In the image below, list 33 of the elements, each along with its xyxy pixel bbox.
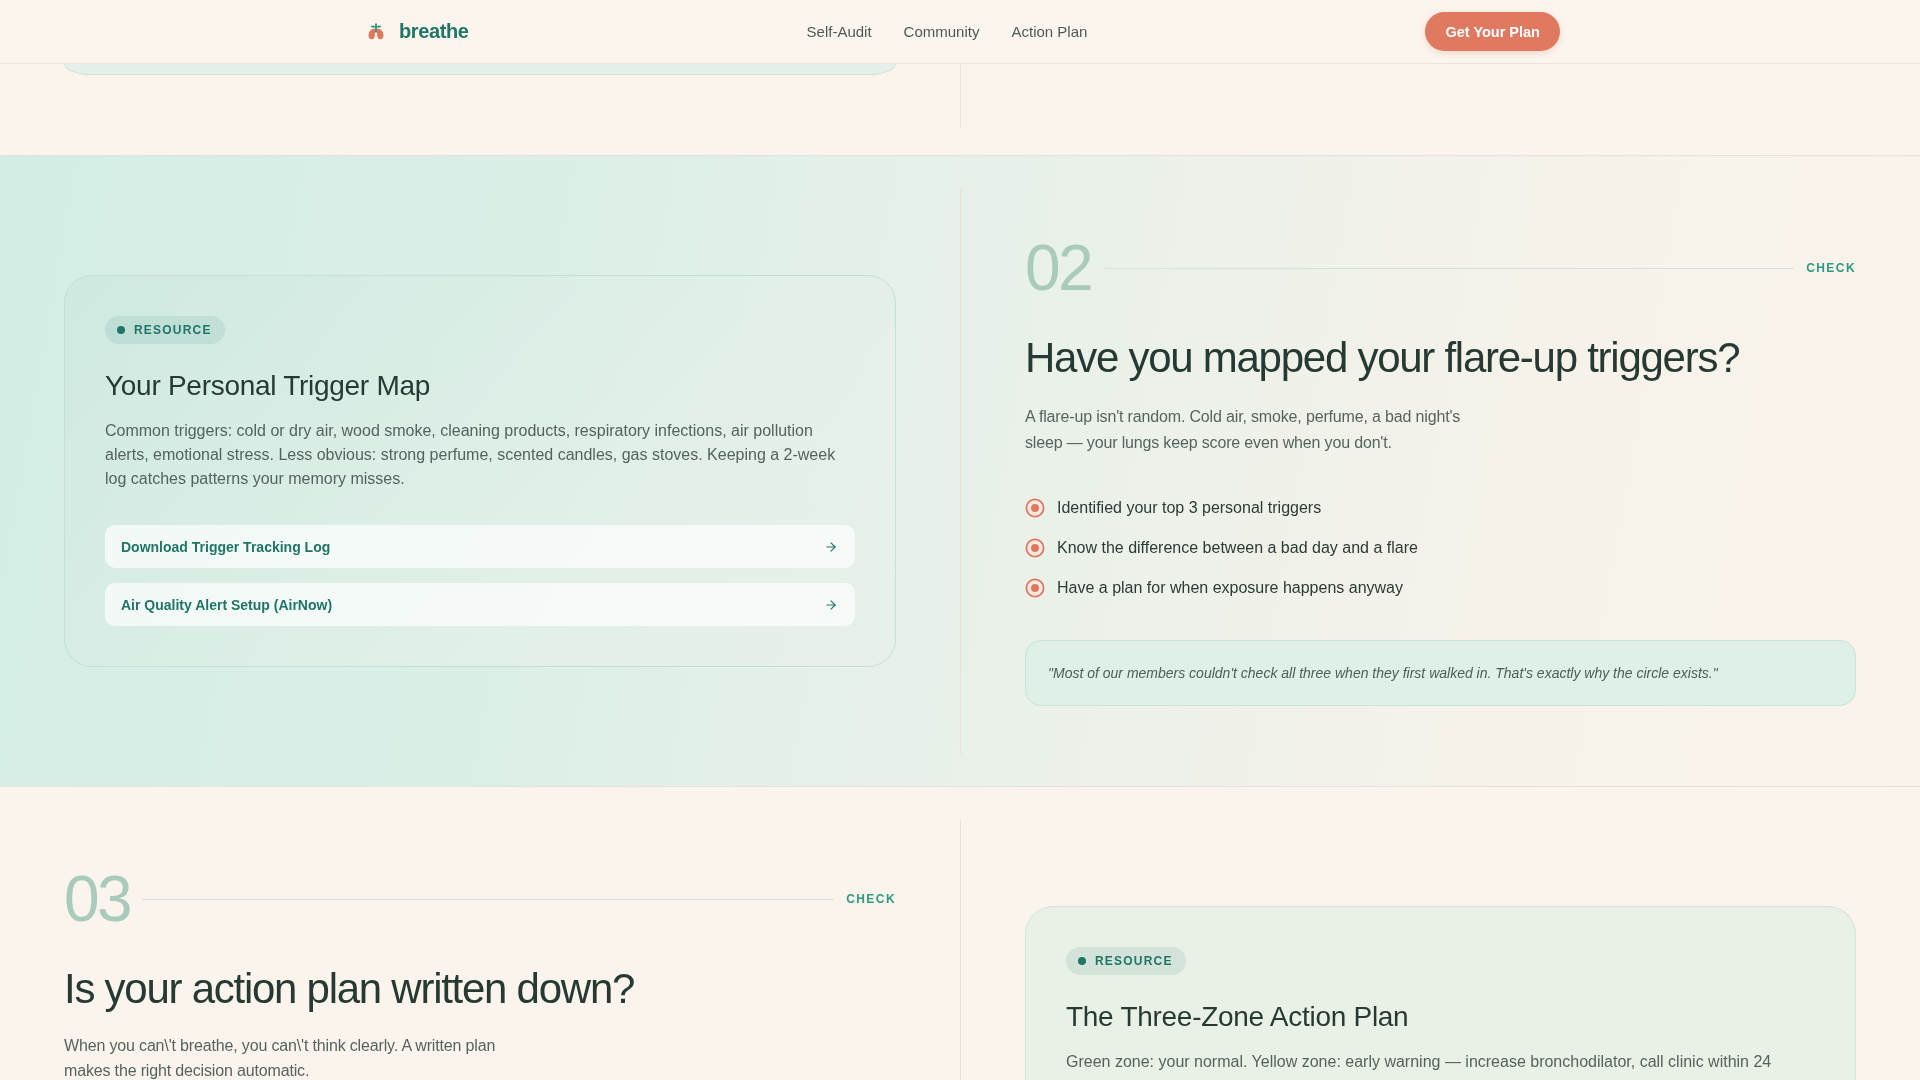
step-tag: CHECK [1806, 261, 1856, 275]
resource-title: Your Personal Trigger Map [105, 369, 432, 403]
question-intro: When you can\'t breathe, you can\'t think clearly. A written plan makes the right decision automatic. [64, 1036, 497, 1080]
nav-link[interactable]: Self-Audit [806, 23, 872, 40]
question-heading: Is your action plan written down? [64, 965, 636, 1013]
checklist-item: Identified your top 3 personal triggers [1057, 498, 1322, 518]
resource-title: The Three-Zone Action Plan [1066, 1000, 1410, 1034]
ring-dot-icon [1025, 538, 1045, 558]
step-number: 03 [64, 867, 131, 931]
question-heading: Have you mapped your flare-up triggers? [1025, 334, 1741, 382]
ring-dot-icon [1025, 578, 1045, 598]
checklist-item: Have a plan for when exposure happens anyway [1057, 578, 1403, 598]
resource-description: Common triggers: cold or dry air, wood smoke, cleaning products, respiratory infections, air pollution alerts, emotional stress. Less obvious: strong perfume, scented candles, gas stoves. Keeping a 2-week log catches patterns your memory misses. [105, 421, 837, 489]
cta-button[interactable]: Get Your Plan [1425, 12, 1560, 51]
dot-icon [1078, 957, 1086, 965]
logo-text[interactable]: breathe [399, 20, 469, 43]
nav-link[interactable]: Community [903, 23, 980, 40]
lungs-icon [366, 21, 386, 42]
arrow-right-icon [824, 539, 838, 554]
step-tag: CHECK [846, 892, 896, 906]
arrow-right-icon [824, 597, 838, 612]
resource-link[interactable]: Download Trigger Tracking Log [105, 525, 855, 568]
category-label: RESOURCE [134, 323, 212, 337]
step-number: 02 [1025, 236, 1092, 300]
resource-link[interactable]: Air Quality Alert Setup (AirNow) [105, 583, 855, 626]
ring-dot-icon [1025, 498, 1045, 518]
dot-icon [117, 326, 125, 334]
question-intro: A flare-up isn't random. Cold air, smoke, perfume, a bad night's sleep — your lungs keep score even when you don't. [1025, 407, 1462, 453]
nav-link[interactable]: Action Plan [1011, 23, 1088, 40]
resource-description: Green zone: your normal. Yellow zone: early warning — increase bronchodilator, call clinic within 24 [1066, 1052, 1773, 1072]
member-quote: "Most of our members couldn't check all three when they first walked in. That's exactly why the circle exists." [1025, 640, 1856, 706]
checklist-item: Know the difference between a bad day and a flare [1057, 538, 1418, 558]
category-label: RESOURCE [1095, 954, 1173, 968]
